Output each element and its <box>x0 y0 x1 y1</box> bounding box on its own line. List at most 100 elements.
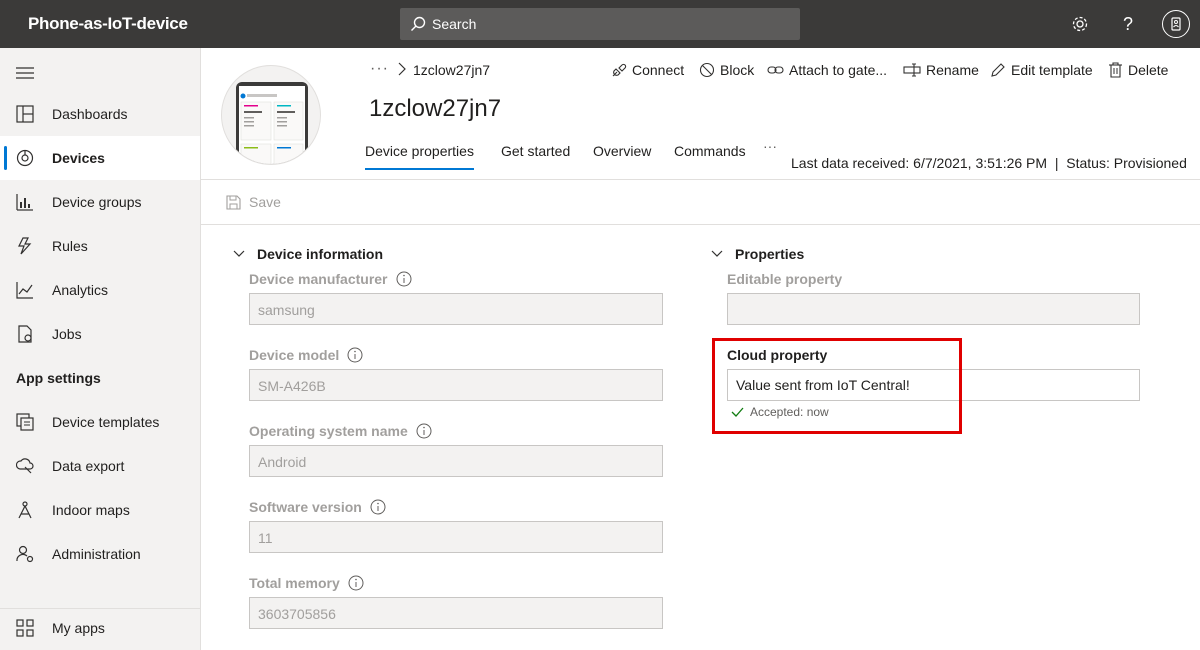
help-icon[interactable]: ? <box>1116 12 1140 36</box>
search-box[interactable]: Search <box>400 8 800 40</box>
chevron-right-icon <box>398 62 406 76</box>
status-line: Last data received: 6/7/2021, 3:51:26 PM… <box>791 155 1187 171</box>
sidebar-item-label: Indoor maps <box>52 502 130 518</box>
sidebar: Dashboards Devices Device groups Rules A… <box>0 48 201 650</box>
delete-label: Delete <box>1128 62 1169 78</box>
page-title: 1zclow27jn7 <box>369 95 502 122</box>
dashboard-icon <box>16 105 34 123</box>
sidebar-item-device-templates[interactable]: Device templates <box>0 400 200 444</box>
tabs-more-button[interactable]: ··· <box>763 138 777 154</box>
edit-template-label: Edit template <box>1011 62 1093 78</box>
edit-template-button[interactable]: Edit template <box>990 60 1093 80</box>
breadcrumb-more-button[interactable]: ··· <box>370 60 389 78</box>
device-model-label: Device model <box>249 347 363 363</box>
active-indicator <box>4 146 7 170</box>
save-icon <box>226 194 241 210</box>
sidebar-item-label: Analytics <box>52 282 109 298</box>
account-icon[interactable] <box>1162 10 1190 38</box>
sidebar-item-label: Data export <box>52 458 125 474</box>
save-button[interactable]: Save <box>226 194 281 210</box>
device-information-toggle[interactable]: Device information <box>233 246 383 262</box>
sidebar-item-jobs[interactable]: Jobs <box>0 312 200 356</box>
sidebar-item-dashboards[interactable]: Dashboards <box>0 92 200 136</box>
analytics-icon <box>16 282 33 299</box>
field-label-text: Total memory <box>249 575 340 591</box>
save-label: Save <box>249 194 281 210</box>
attach-label: Attach to gate... <box>789 62 888 78</box>
block-label: Block <box>720 62 755 78</box>
sidebar-item-label: My apps <box>52 620 105 636</box>
field-label-text: Device model <box>249 347 340 363</box>
top-bar: Phone-as-IoT-device Search ? <box>0 0 1200 48</box>
gear-icon[interactable] <box>1068 12 1092 36</box>
device-manufacturer-label: Device manufacturer <box>249 271 412 287</box>
sidebar-item-indoor-maps[interactable]: Indoor maps <box>0 488 200 532</box>
info-icon[interactable] <box>416 423 432 439</box>
info-icon[interactable] <box>347 347 363 363</box>
hamburger-menu-icon[interactable] <box>16 66 34 80</box>
delete-icon <box>1109 62 1122 78</box>
phone-image <box>236 82 308 164</box>
properties-heading: Properties <box>735 246 805 262</box>
sidebar-item-my-apps[interactable]: My apps <box>0 606 200 650</box>
tab-overview[interactable]: Overview <box>593 143 651 159</box>
connect-label: Connect <box>632 62 685 78</box>
app-settings-heading: App settings <box>16 370 101 386</box>
devices-icon <box>16 149 34 167</box>
toolbar-divider <box>201 224 1200 225</box>
indoor-maps-icon <box>18 501 32 519</box>
header-divider <box>201 179 1200 180</box>
delete-button[interactable]: Delete <box>1108 60 1168 80</box>
device-manufacturer-field: samsung <box>249 293 663 325</box>
connect-button[interactable]: Connect <box>611 60 684 80</box>
sidebar-item-rules[interactable]: Rules <box>0 224 200 268</box>
device-templates-icon <box>16 413 34 431</box>
rename-label: Rename <box>926 62 979 78</box>
field-label-text: Operating system name <box>249 423 408 439</box>
chevron-down-icon <box>233 250 245 257</box>
field-label-text: Device manufacturer <box>249 271 388 287</box>
info-icon[interactable] <box>396 271 412 287</box>
sidebar-item-label: Device groups <box>52 194 142 210</box>
field-label-text: Software version <box>249 499 362 515</box>
administration-icon <box>16 545 34 563</box>
block-button[interactable]: Block <box>699 60 754 80</box>
attach-to-gateway-button[interactable]: Attach to gate... <box>767 60 887 80</box>
device-information-heading: Device information <box>257 246 384 262</box>
properties-toggle[interactable]: Properties <box>711 246 804 262</box>
rename-button[interactable]: Rename <box>903 60 979 80</box>
sidebar-item-device-groups[interactable]: Device groups <box>0 180 200 224</box>
edit-icon <box>991 63 1005 77</box>
block-icon <box>699 62 715 78</box>
app-title[interactable]: Phone-as-IoT-device <box>28 14 188 34</box>
search-placeholder: Search <box>432 16 477 32</box>
sidebar-item-label: Device templates <box>52 414 160 430</box>
editable-property-label: Editable property <box>727 271 843 287</box>
connect-icon <box>612 63 627 77</box>
operating-system-name-field: Android <box>249 445 663 477</box>
attach-icon <box>767 66 784 74</box>
device-groups-icon <box>16 194 33 211</box>
search-icon <box>411 16 426 31</box>
tab-commands[interactable]: Commands <box>674 143 746 159</box>
sidebar-item-label: Jobs <box>52 326 82 342</box>
editable-property-field <box>727 293 1140 325</box>
sidebar-item-label: Devices <box>52 150 105 166</box>
operating-system-name-label: Operating system name <box>249 423 432 439</box>
rules-icon <box>18 237 32 255</box>
sidebar-item-analytics[interactable]: Analytics <box>0 268 200 312</box>
tab-get-started[interactable]: Get started <box>501 143 570 159</box>
sidebar-item-administration[interactable]: Administration <box>0 532 200 576</box>
chevron-down-icon <box>711 250 723 257</box>
info-icon[interactable] <box>370 499 386 515</box>
total-memory-label: Total memory <box>249 575 364 591</box>
sidebar-item-label: Administration <box>52 546 141 562</box>
device-model-field: SM-A426B <box>249 369 663 401</box>
device-image <box>221 65 321 165</box>
info-icon[interactable] <box>348 575 364 591</box>
tab-device-properties[interactable]: Device properties <box>365 143 474 170</box>
sidebar-item-devices[interactable]: Devices <box>0 136 200 180</box>
software-version-field: 11 <box>249 521 663 553</box>
sidebar-item-data-export[interactable]: Data export <box>0 444 200 488</box>
breadcrumb-device-name[interactable]: 1zclow27jn7 <box>413 62 490 78</box>
